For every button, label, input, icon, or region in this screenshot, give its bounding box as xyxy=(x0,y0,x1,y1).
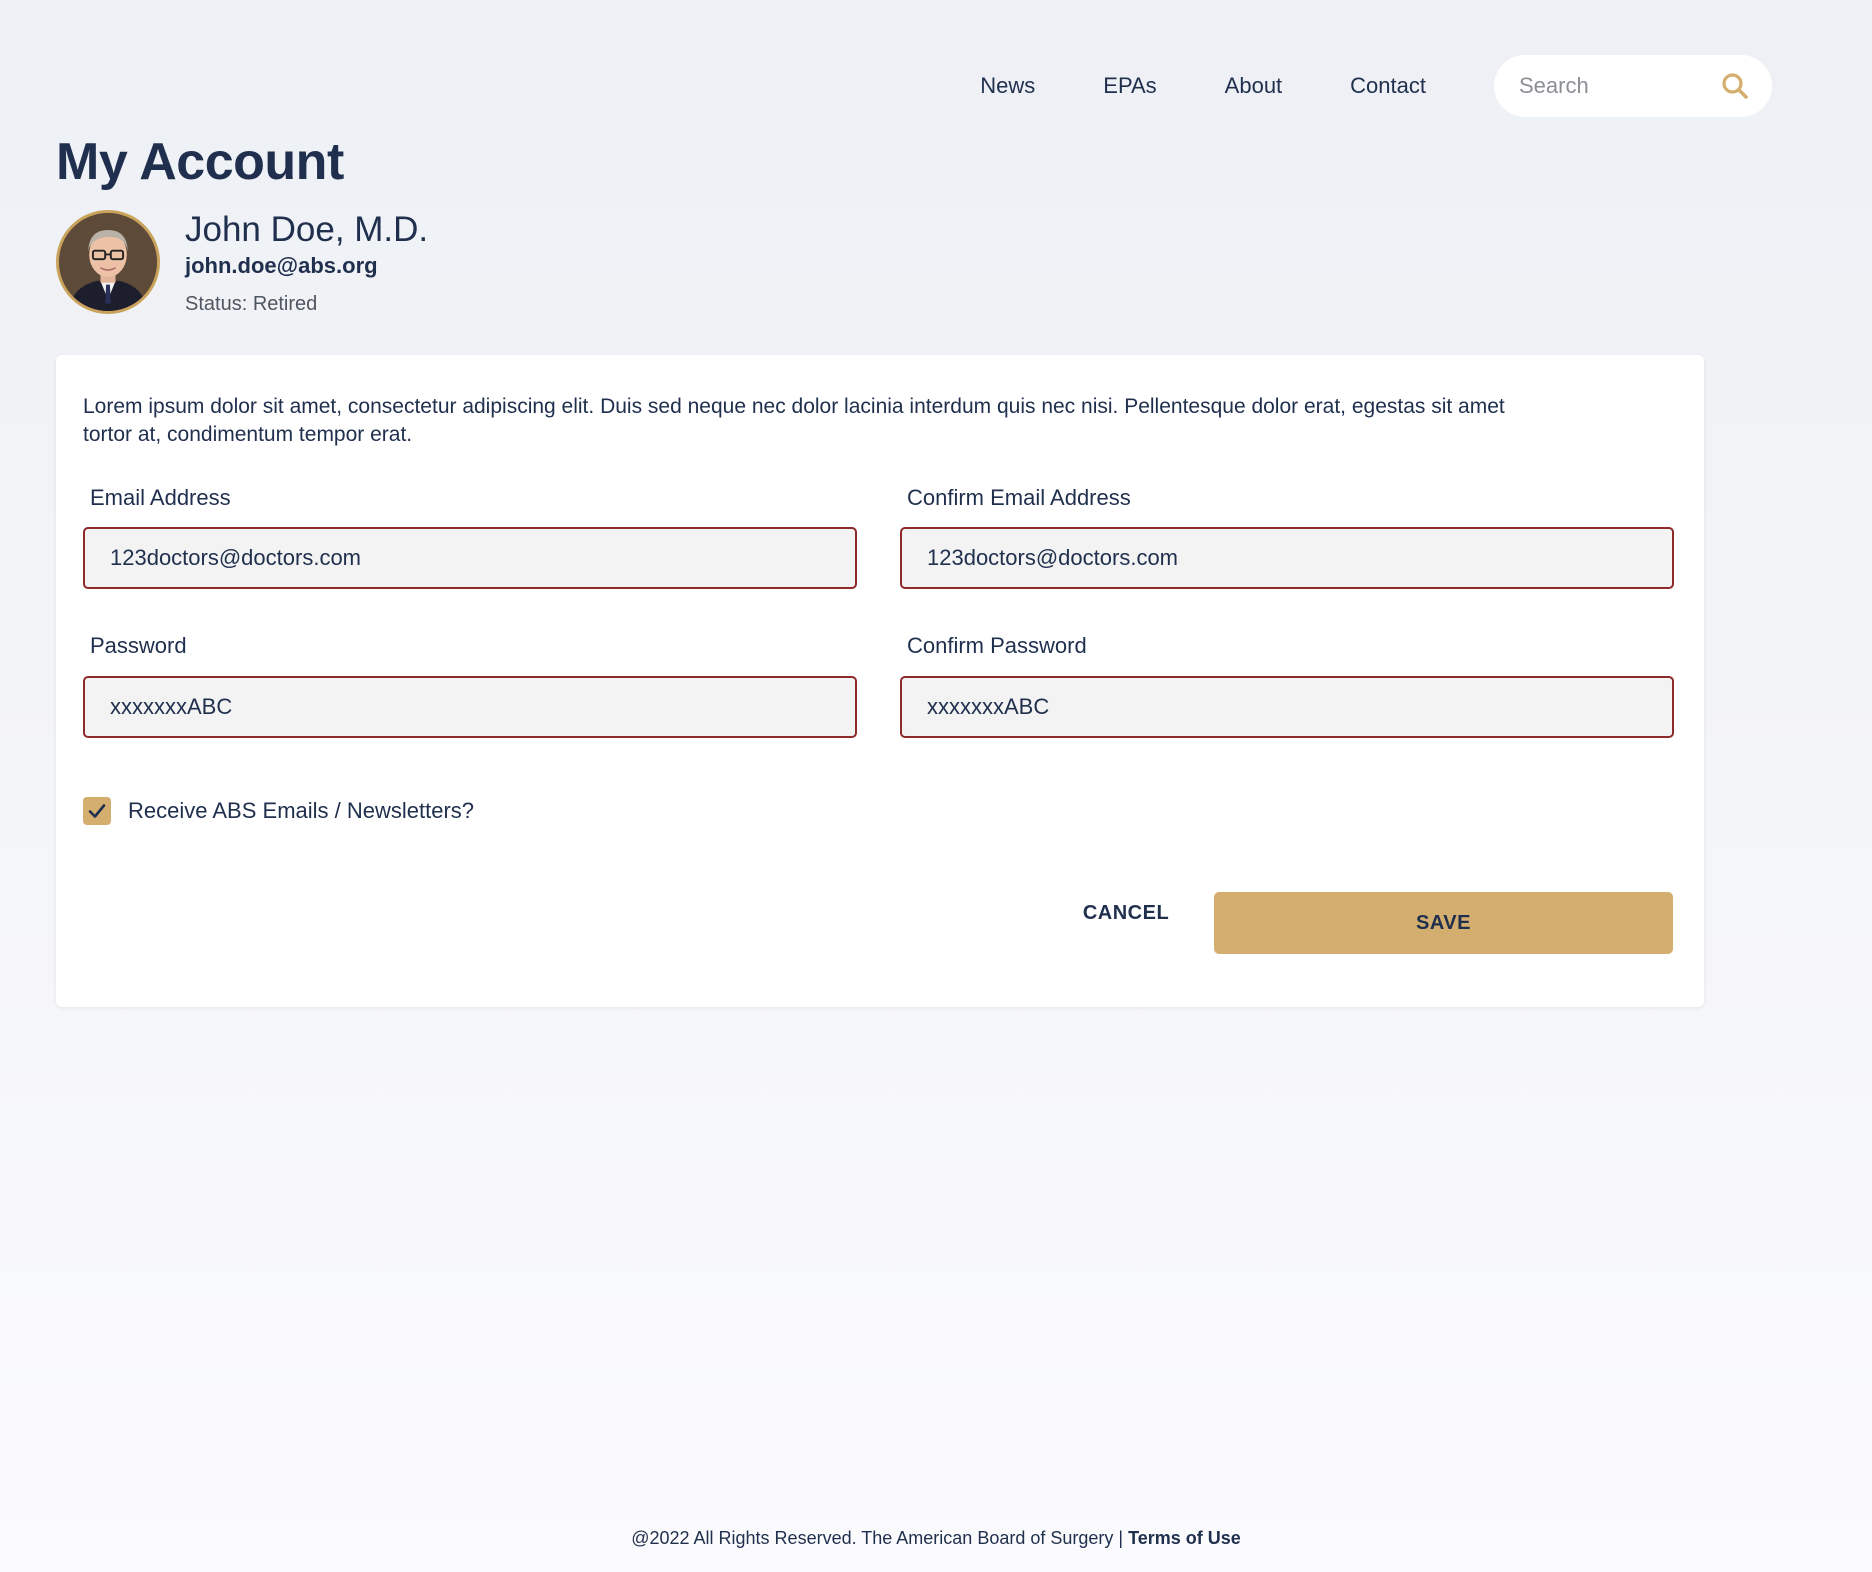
user-email: john.doe@abs.org xyxy=(185,253,378,278)
confirm-password-label: Confirm Password xyxy=(907,633,1087,658)
page-title: My Account xyxy=(56,133,344,191)
search-input[interactable] xyxy=(1519,73,1709,99)
user-name: John Doe, M.D. xyxy=(185,210,429,249)
checkmark-icon xyxy=(88,804,106,818)
confirm-email-label: Confirm Email Address xyxy=(907,485,1131,510)
terms-of-use-link[interactable]: Terms of Use xyxy=(1128,1528,1241,1548)
search-box xyxy=(1494,55,1772,117)
intro-text: Lorem ipsum dolor sit amet, consectetur … xyxy=(83,395,1505,446)
nav-link-epas[interactable]: EPAs xyxy=(1103,73,1156,99)
search-icon[interactable] xyxy=(1720,71,1750,101)
cancel-button[interactable]: CANCEL xyxy=(1076,893,1176,933)
avatar xyxy=(56,210,160,314)
confirm-password-field[interactable] xyxy=(900,676,1674,738)
nav-link-about[interactable]: About xyxy=(1225,73,1283,99)
save-button[interactable]: SAVE xyxy=(1214,892,1673,954)
email-field[interactable] xyxy=(83,527,857,589)
account-form-card: Lorem ipsum dolor sit amet, consectetur … xyxy=(56,355,1704,1007)
newsletter-checkbox[interactable] xyxy=(83,797,111,825)
user-status: Status: Retired xyxy=(185,293,318,315)
newsletter-option[interactable]: Receive ABS Emails / Newsletters? xyxy=(83,797,474,825)
email-label: Email Address xyxy=(90,485,231,510)
nav-link-news[interactable]: News xyxy=(980,73,1035,99)
password-field[interactable] xyxy=(83,676,857,738)
footer: @2022 All Rights Reserved. The American … xyxy=(0,1528,1872,1549)
newsletter-label: Receive ABS Emails / Newsletters? xyxy=(128,798,475,823)
copyright-text: @2022 All Rights Reserved. The American … xyxy=(631,1528,1129,1548)
nav-link-contact[interactable]: Contact xyxy=(1350,73,1426,99)
profile-photo xyxy=(59,213,157,311)
password-label: Password xyxy=(90,633,187,658)
top-nav: News EPAs About Contact xyxy=(980,55,1772,117)
confirm-email-field[interactable] xyxy=(900,527,1674,589)
